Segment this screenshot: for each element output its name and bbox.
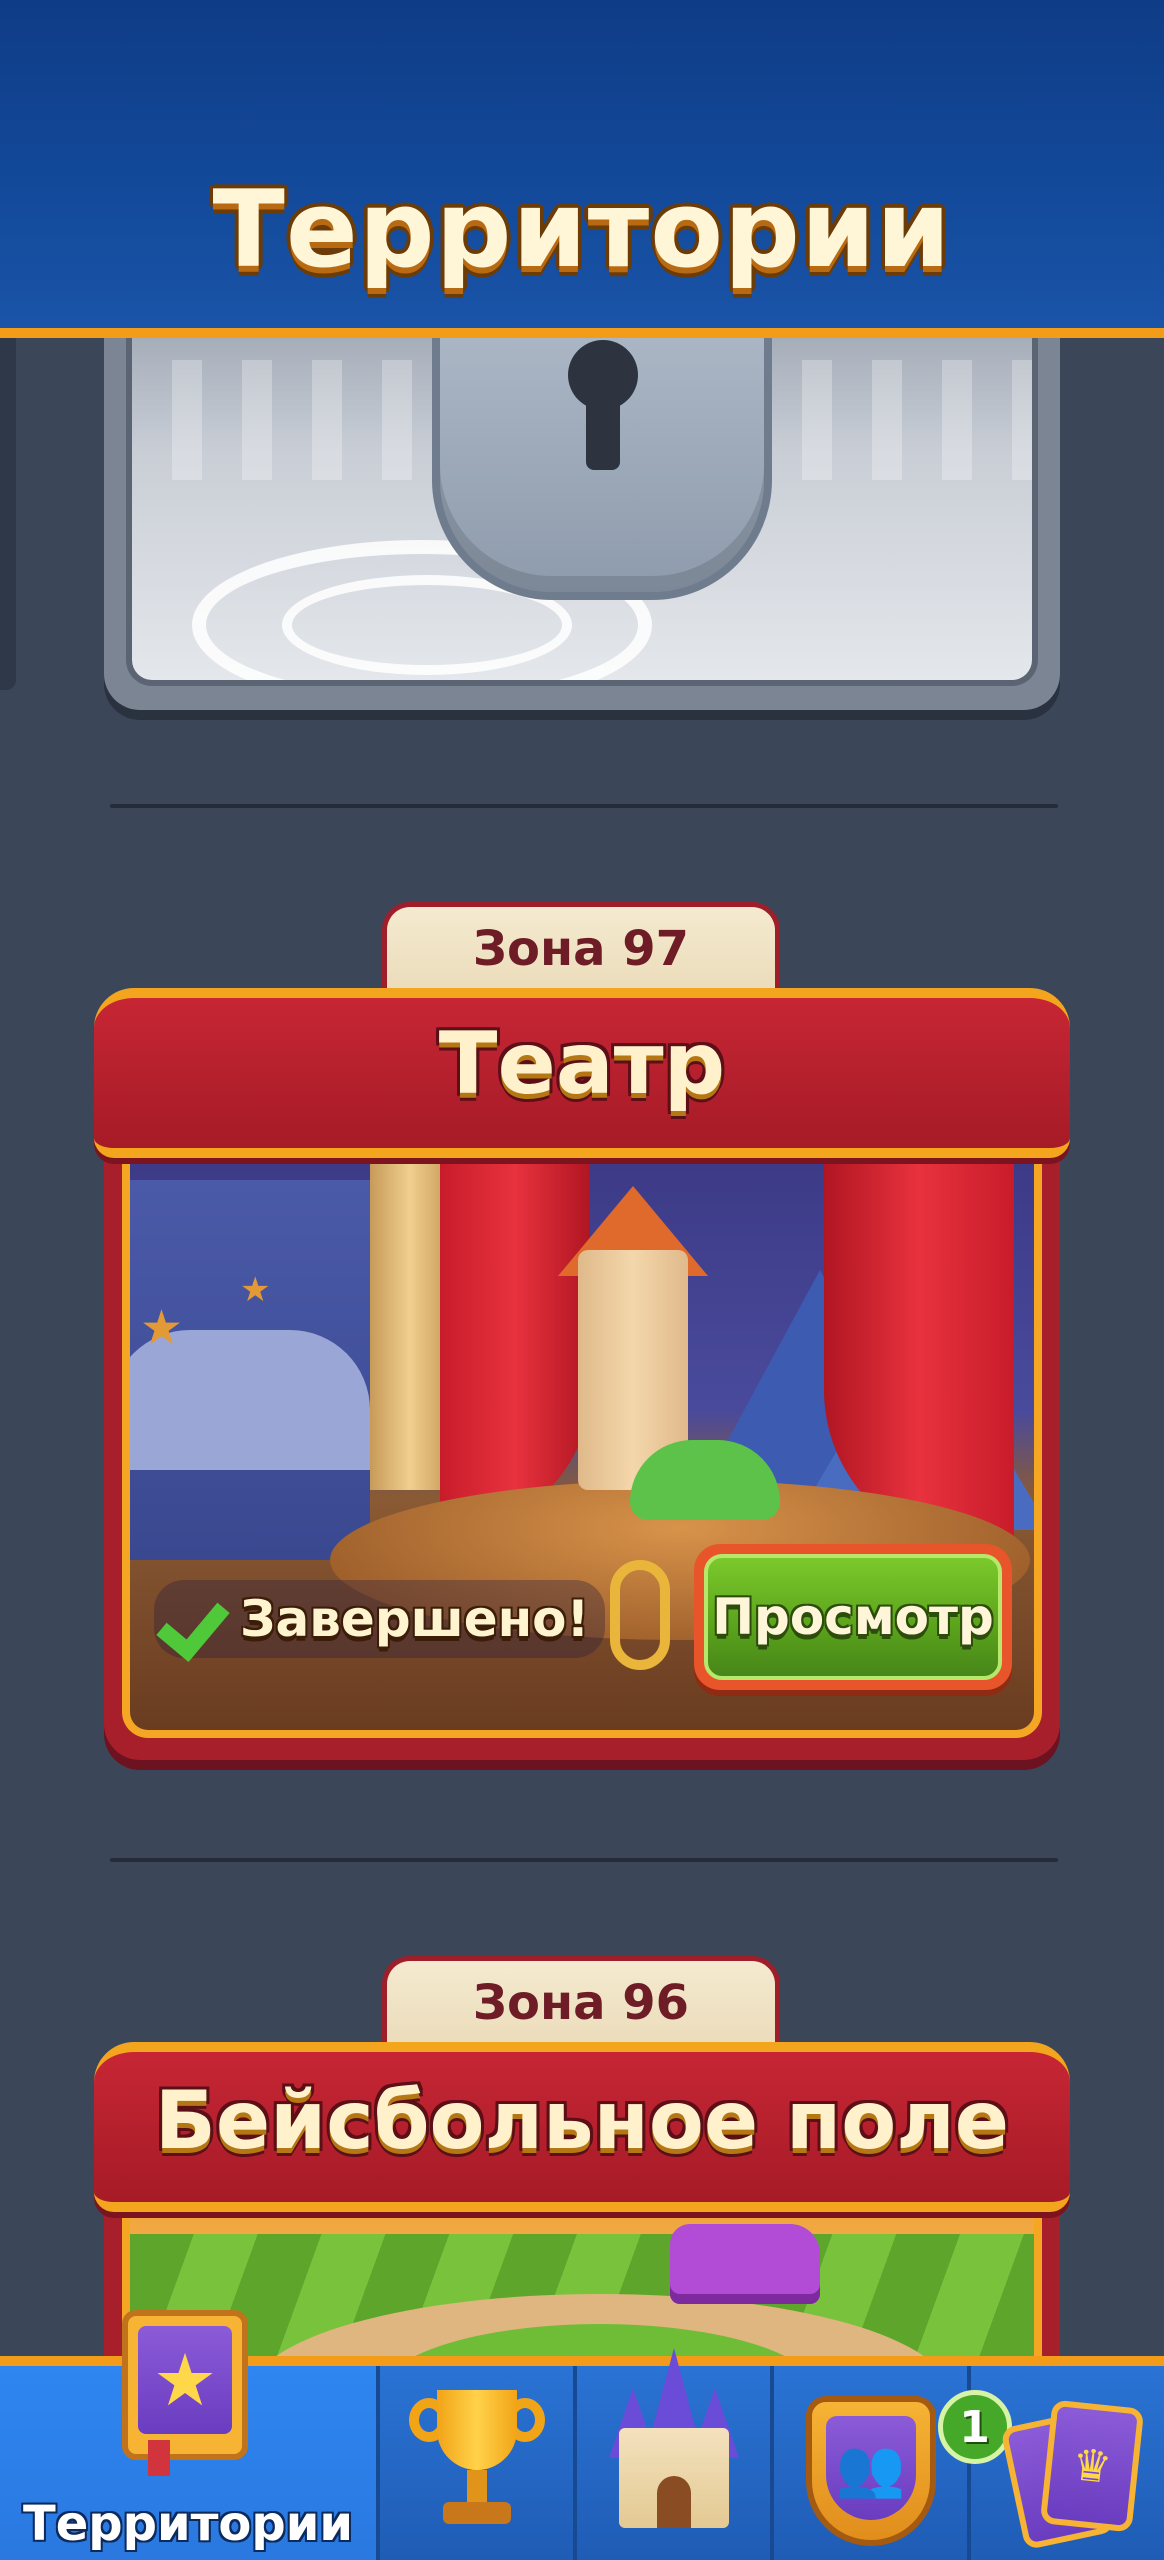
star-icon: ★: [240, 1270, 271, 1310]
zone-title: Бейсбольное поле: [154, 2074, 1010, 2167]
completed-status: Завершено!: [154, 1580, 606, 1658]
zone-number-tab: Зона 97: [382, 902, 780, 998]
cards-icon: ♛: [999, 2399, 1152, 2554]
theatre-column: [370, 1150, 450, 1490]
section-divider: [110, 1858, 1058, 1862]
star-icon: ★: [140, 1300, 184, 1356]
nav-tab-castle[interactable]: [577, 2348, 774, 2560]
nav-tab-territories[interactable]: ★ Территории: [0, 2310, 380, 2560]
zone-title-ribbon: Театр: [94, 988, 1070, 1158]
tuba-prop: [610, 1560, 670, 1670]
padlock-icon: [432, 300, 772, 600]
bookmark-ribbon-icon: [148, 2440, 170, 2476]
trophy-icon: [408, 2390, 545, 2540]
side-edge-handle: [0, 330, 16, 690]
bottom-navigation: ★ Территории 👥 1 ♛: [0, 2310, 1164, 2560]
zone-number-tab: Зона 96: [382, 1956, 780, 2052]
top-header: Территории: [0, 0, 1164, 338]
completed-label: Завершено!: [240, 1590, 590, 1648]
jeep-prop: [670, 2224, 820, 2304]
zone-title-ribbon: Бейсбольное поле: [94, 2042, 1070, 2212]
castle-icon: [599, 2348, 749, 2538]
theatre-scene-image: ★ ★ Завершено! Просмотр: [122, 1150, 1042, 1738]
page-title: Территории: [212, 168, 952, 291]
nav-tab-team[interactable]: 👥 1: [774, 2366, 1012, 2560]
zone-card-theatre[interactable]: ★ ★ Завершено! Просмотр: [104, 1150, 1060, 1760]
nav-tab-cards[interactable]: ♛: [971, 2366, 1164, 2560]
checkmark-icon: [160, 1584, 230, 1654]
nav-tab-label: Территории: [22, 2496, 354, 2552]
zone-title: Театр: [438, 1014, 726, 1114]
team-icon: 👥 1: [805, 2390, 1012, 2546]
keyhole-icon: [568, 340, 638, 470]
territory-star-icon: ★: [122, 2310, 248, 2476]
view-button[interactable]: Просмотр: [694, 1544, 1012, 1690]
section-divider: [110, 804, 1058, 808]
locked-zone-card: [104, 300, 1060, 710]
locked-zone-image: [126, 300, 1038, 686]
view-button-label: Просмотр: [704, 1554, 1002, 1680]
nav-tab-trophy[interactable]: [380, 2366, 577, 2560]
